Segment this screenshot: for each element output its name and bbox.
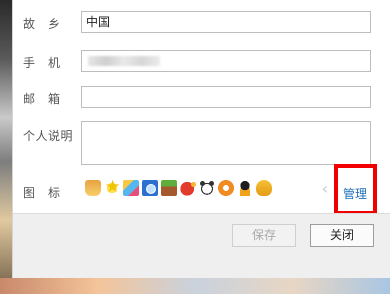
camera-icon[interactable] — [142, 180, 158, 196]
icon-list — [85, 177, 272, 197]
orange-circle-icon[interactable] — [218, 180, 234, 196]
close-button[interactable]: 关闭 — [310, 224, 374, 247]
save-button[interactable]: 保存 — [232, 224, 296, 247]
qq-penguin-icon[interactable] — [237, 180, 253, 196]
app-icon[interactable] — [123, 180, 139, 196]
phone-field[interactable] — [81, 50, 371, 72]
email-label: 邮 箱 — [23, 92, 61, 106]
dialog-footer: 保存 关闭 — [13, 213, 390, 278]
phone-label: 手 机 — [23, 56, 61, 70]
chevron-left-icon[interactable]: ‹ — [318, 180, 332, 200]
background-bottom — [0, 278, 390, 294]
email-field[interactable] — [81, 86, 371, 108]
gift-icon[interactable] — [161, 180, 177, 196]
hometown-label: 故 乡 — [23, 17, 61, 31]
cow-icon[interactable] — [199, 180, 215, 196]
bell-icon[interactable] — [256, 180, 272, 196]
bio-label: 个人说明 — [23, 129, 74, 143]
highlight-box — [334, 164, 377, 215]
bio-textarea[interactable] — [81, 121, 371, 165]
vip-icon[interactable] — [85, 180, 101, 196]
hometown-value: 中国 — [86, 15, 111, 29]
profile-edit-dialog: 故 乡 中国 手 机 邮 箱 个人说明 图 标 ‹ 管理 保存 关闭 — [12, 0, 390, 278]
icons-label: 图 标 — [23, 186, 61, 200]
star-icon[interactable] — [104, 177, 120, 197]
hometown-field[interactable]: 中国 — [81, 11, 371, 33]
background-left — [0, 0, 12, 294]
video-icon[interactable] — [180, 180, 196, 196]
